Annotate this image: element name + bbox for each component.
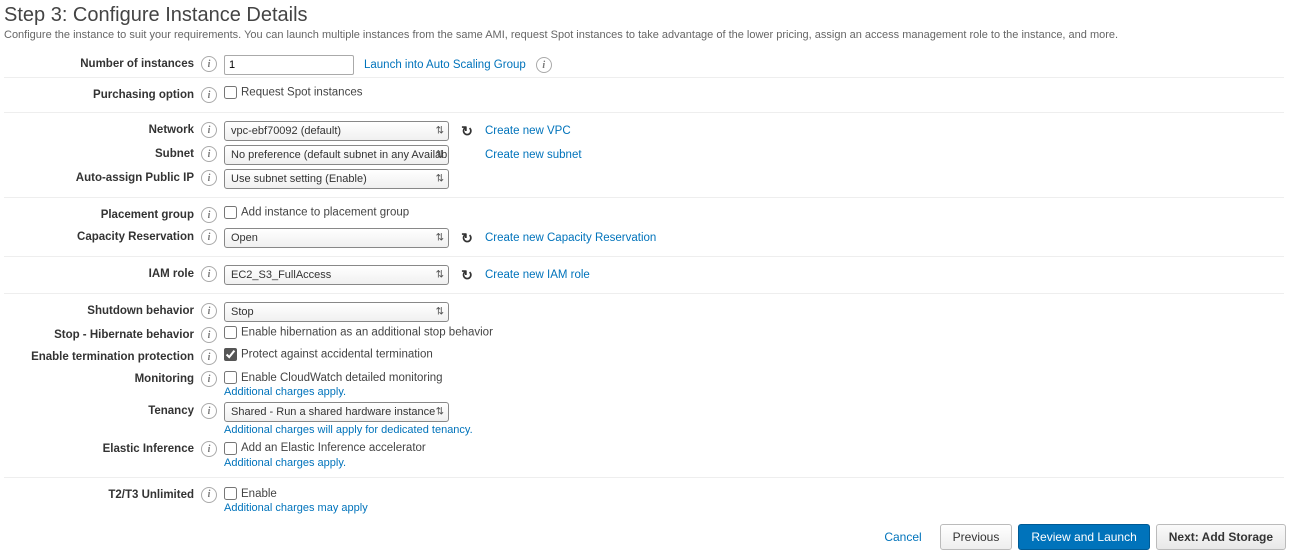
info-icon[interactable]: i bbox=[201, 266, 217, 282]
page-description: Configure the instance to suit your requ… bbox=[4, 29, 1284, 41]
protect-checkbox-label[interactable]: Protect against accidental termination bbox=[224, 348, 433, 361]
subnet-select[interactable]: No preference (default subnet in any Ava… bbox=[224, 145, 449, 165]
network-select[interactable]: vpc-ebf70092 (default) bbox=[224, 121, 449, 141]
elastic-checkbox-label[interactable]: Add an Elastic Inference accelerator bbox=[224, 442, 426, 454]
next-add-storage-button[interactable]: Next: Add Storage bbox=[1156, 524, 1286, 550]
tenancy-select[interactable]: Shared - Run a shared hardware instance bbox=[224, 402, 449, 422]
label-purchasing-option: Purchasing option bbox=[4, 86, 194, 101]
info-icon[interactable]: i bbox=[201, 56, 217, 72]
label-placement-group: Placement group bbox=[4, 206, 194, 221]
label-number-of-instances: Number of instances bbox=[4, 55, 194, 70]
label-network: Network bbox=[4, 121, 194, 136]
info-icon[interactable]: i bbox=[201, 229, 217, 245]
hibernate-checkbox[interactable] bbox=[224, 326, 237, 339]
info-icon[interactable]: i bbox=[201, 122, 217, 138]
info-icon[interactable]: i bbox=[536, 57, 552, 73]
label-shutdown-behavior: Shutdown behavior bbox=[4, 302, 194, 317]
info-icon[interactable]: i bbox=[201, 403, 217, 419]
spot-checkbox[interactable] bbox=[224, 86, 237, 99]
placement-checkbox-label[interactable]: Add instance to placement group bbox=[224, 206, 409, 219]
create-iam-link[interactable]: Create new IAM role bbox=[485, 269, 590, 281]
shutdown-select[interactable]: Stop bbox=[224, 302, 449, 322]
label-auto-assign-ip: Auto-assign Public IP bbox=[4, 169, 194, 184]
capacity-reservation-select[interactable]: Open bbox=[224, 228, 449, 248]
refresh-icon[interactable]: ↻ bbox=[459, 230, 475, 246]
info-icon[interactable]: i bbox=[201, 146, 217, 162]
label-stop-hibernate: Stop - Hibernate behavior bbox=[4, 326, 194, 341]
cloudwatch-checkbox[interactable] bbox=[224, 371, 237, 384]
info-icon[interactable]: i bbox=[201, 371, 217, 387]
info-icon[interactable]: i bbox=[201, 303, 217, 319]
elastic-charges-link[interactable]: Additional charges apply. bbox=[224, 457, 1284, 469]
label-elastic-inference: Elastic Inference bbox=[4, 440, 194, 455]
auto-assign-ip-select[interactable]: Use subnet setting (Enable) bbox=[224, 169, 449, 189]
tenancy-charges-link[interactable]: Additional charges will apply for dedica… bbox=[224, 424, 1284, 436]
create-subnet-link[interactable]: Create new subnet bbox=[485, 149, 582, 161]
label-monitoring: Monitoring bbox=[4, 370, 194, 385]
protect-checkbox[interactable] bbox=[224, 348, 237, 361]
autoscaling-link[interactable]: Launch into Auto Scaling Group bbox=[364, 59, 526, 71]
hibernate-checkbox-label[interactable]: Enable hibernation as an additional stop… bbox=[224, 326, 493, 339]
spot-checkbox-label[interactable]: Request Spot instances bbox=[224, 86, 362, 99]
t2t3-charges-link[interactable]: Additional charges may apply bbox=[224, 502, 1284, 514]
footer-actions: Cancel Previous Review and Launch Next: … bbox=[872, 522, 1286, 552]
monitoring-charges-link[interactable]: Additional charges apply. bbox=[224, 386, 1284, 398]
label-iam-role: IAM role bbox=[4, 265, 194, 280]
t2t3-checkbox[interactable] bbox=[224, 487, 237, 500]
review-launch-button[interactable]: Review and Launch bbox=[1018, 524, 1149, 550]
previous-button[interactable]: Previous bbox=[940, 524, 1013, 550]
create-vpc-link[interactable]: Create new VPC bbox=[485, 125, 571, 137]
t2t3-checkbox-label[interactable]: Enable bbox=[224, 488, 277, 500]
instances-input[interactable] bbox=[224, 55, 354, 75]
cloudwatch-checkbox-label[interactable]: Enable CloudWatch detailed monitoring bbox=[224, 372, 443, 384]
info-icon[interactable]: i bbox=[201, 87, 217, 103]
label-tenancy: Tenancy bbox=[4, 402, 194, 417]
label-subnet: Subnet bbox=[4, 145, 194, 160]
placement-checkbox[interactable] bbox=[224, 206, 237, 219]
label-capacity-reservation: Capacity Reservation bbox=[4, 228, 194, 243]
form-scroll-area[interactable]: Step 3: Configure Instance Details Confi… bbox=[0, 0, 1290, 522]
refresh-icon[interactable]: ↻ bbox=[459, 123, 475, 139]
info-icon[interactable]: i bbox=[201, 207, 217, 223]
info-icon[interactable]: i bbox=[201, 349, 217, 365]
iam-role-select[interactable]: EC2_S3_FullAccess bbox=[224, 265, 449, 285]
page-title: Step 3: Configure Instance Details bbox=[4, 4, 1284, 27]
info-icon[interactable]: i bbox=[201, 327, 217, 343]
info-icon[interactable]: i bbox=[201, 441, 217, 457]
elastic-checkbox[interactable] bbox=[224, 442, 237, 455]
label-termination-protection: Enable termination protection bbox=[4, 348, 194, 363]
refresh-icon[interactable]: ↻ bbox=[459, 267, 475, 283]
label-t2t3: T2/T3 Unlimited bbox=[4, 486, 194, 501]
create-capacity-link[interactable]: Create new Capacity Reservation bbox=[485, 232, 656, 244]
info-icon[interactable]: i bbox=[201, 170, 217, 186]
cancel-button[interactable]: Cancel bbox=[872, 525, 933, 549]
info-icon[interactable]: i bbox=[201, 487, 217, 503]
